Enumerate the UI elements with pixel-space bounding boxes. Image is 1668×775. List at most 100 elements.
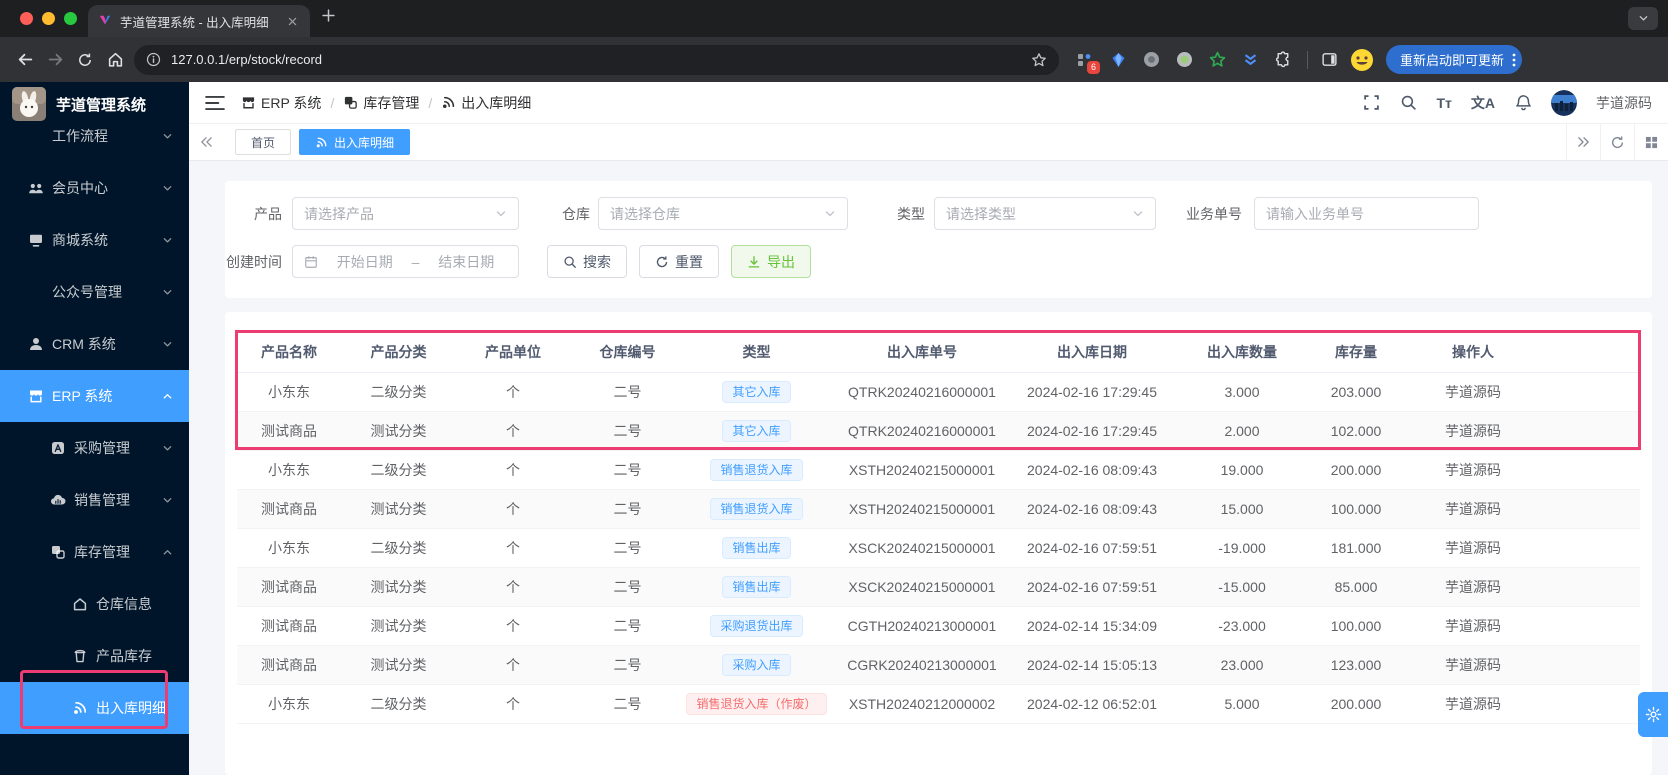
table-row: 测试商品 测试分类 个 二号 销售出库 XSCK20240215000001 2…	[237, 567, 1640, 607]
sidebar-item-member-center[interactable]: 会员中心	[0, 162, 189, 214]
cell-product: 测试商品	[237, 567, 341, 607]
sidebar-item-mall-system[interactable]: 商城系统	[0, 214, 189, 266]
forward-icon[interactable]	[40, 45, 70, 75]
chevron-down-icon	[162, 183, 173, 194]
window-zoom-button[interactable]	[64, 12, 77, 25]
cell-product: 小东东	[237, 528, 341, 568]
username[interactable]: 芋道源码	[1596, 93, 1652, 113]
browser-tab[interactable]: 芋道管理系统 - 出入库明细	[88, 5, 310, 37]
new-tab-button[interactable]	[322, 9, 335, 22]
search-icon	[563, 255, 577, 269]
search-button[interactable]: 搜索	[547, 245, 627, 278]
tab-close-icon[interactable]	[284, 13, 300, 29]
export-button[interactable]: 导出	[731, 245, 811, 278]
app-logo[interactable]: 芋道管理系统	[0, 82, 189, 126]
col-stock: 库存量	[1316, 332, 1396, 373]
fullscreen-icon[interactable]	[1362, 94, 1380, 112]
sidebar-item-crm-system[interactable]: CRM 系统	[0, 318, 189, 370]
type-select[interactable]: 请选择类型	[934, 197, 1156, 230]
breadcrumb-stock-record[interactable]: 出入库明细	[441, 93, 531, 113]
cell-order-no: XSTH20240215000001	[828, 489, 1016, 529]
extension-chevrons-icon[interactable]	[1240, 50, 1260, 70]
type-tag: 采购退货出库	[710, 614, 803, 637]
table-row: 测试商品 测试分类 个 二号 采购退货出库 CGTH20240213000001…	[237, 606, 1640, 646]
extension-tabs-icon[interactable]: 6	[1075, 50, 1100, 74]
relaunch-update-button[interactable]: 重新启动即可更新	[1386, 45, 1523, 74]
tabs-scroll-left-icon[interactable]	[189, 124, 223, 160]
back-icon[interactable]	[10, 45, 40, 75]
page-tab-stock-record[interactable]: 出入库明细	[299, 129, 411, 155]
type-tag: 其它入库	[722, 419, 791, 442]
bookmark-star-icon[interactable]	[1031, 52, 1047, 68]
chevron-down-icon	[162, 495, 173, 506]
date-range-picker[interactable]: 开始日期 – 结束日期	[292, 245, 519, 278]
signal-icon	[72, 700, 88, 716]
cell-order-no: XSTH20240215000001	[828, 450, 1016, 490]
sidebar-item-erp-system[interactable]: ERP 系统	[0, 370, 189, 422]
search-icon[interactable]	[1399, 94, 1417, 112]
tabs-scroll-right-icon[interactable]	[1566, 124, 1600, 160]
col-product-unit: 产品单位	[456, 332, 570, 373]
profile-avatar-icon[interactable]	[1350, 48, 1374, 72]
breadcrumb-erp[interactable]: ERP 系统	[241, 93, 321, 113]
member-center-icon	[28, 180, 44, 196]
cell-type: 销售出库	[685, 567, 828, 607]
address-bar[interactable]: 127.0.0.1/erp/stock/record	[134, 44, 1059, 75]
cell-category: 二级分类	[341, 372, 456, 412]
product-select[interactable]: 请选择产品	[292, 197, 519, 230]
window-minimize-button[interactable]	[42, 12, 55, 25]
font-size-icon[interactable]: Tт	[1436, 95, 1451, 111]
cell-stock: 85.000	[1316, 567, 1396, 607]
chevron-down-icon	[162, 131, 173, 142]
reset-button[interactable]: 重置	[639, 245, 719, 278]
cell-warehouse: 二号	[570, 684, 685, 724]
cell-unit: 个	[456, 606, 570, 646]
start-date-placeholder: 开始日期	[336, 253, 393, 270]
notification-bell-icon[interactable]	[1514, 94, 1532, 112]
cell-type: 其它入库	[685, 411, 828, 451]
table-panel: 产品名称 产品分类 产品单位 仓库编号 类型 出入库单号 出入库日期 出入库数量…	[225, 312, 1652, 775]
cell-product: 小东东	[237, 372, 341, 412]
sidebar-item-product-stock[interactable]: 产品库存	[0, 630, 189, 682]
breadcrumb-stock-mgmt[interactable]: 库存管理	[343, 93, 419, 113]
sidebar-item-official-account[interactable]: 公众号管理	[0, 266, 189, 318]
site-info-icon[interactable]	[146, 52, 161, 67]
collapse-menu-icon[interactable]	[205, 95, 225, 111]
home-icon[interactable]	[100, 45, 130, 75]
layout-grid-icon[interactable]	[1634, 124, 1668, 160]
cell-order-no: XSCK20240215000001	[828, 567, 1016, 607]
page-tab-home[interactable]: 首页	[235, 129, 292, 155]
type-tag: 销售退货入库	[710, 458, 803, 481]
warehouse-select[interactable]: 请选择仓库	[598, 197, 848, 230]
translate-icon[interactable]: 文A	[1471, 93, 1495, 113]
settings-drawer-button[interactable]	[1638, 692, 1668, 737]
tab-search-button[interactable]	[1628, 7, 1658, 30]
house-icon	[72, 596, 88, 612]
cell-type: 采购入库	[685, 645, 828, 685]
extensions-row: 6	[1075, 50, 1293, 74]
cell-stock: 181.000	[1316, 528, 1396, 568]
chevron-down-icon	[162, 443, 173, 454]
side-panel-icon[interactable]	[1314, 45, 1344, 75]
favicon	[99, 15, 111, 25]
extension-gray-circle-icon[interactable]	[1141, 50, 1161, 70]
refresh-page-icon[interactable]	[1600, 124, 1634, 160]
extension-star-icon[interactable]	[1207, 50, 1227, 70]
sidebar-item-sales-mgmt[interactable]: 销售管理	[0, 474, 189, 526]
window-close-button[interactable]	[20, 12, 33, 25]
app-header: ERP 系统 / 库存管理 / 出入库明细 Tт 文A 芋道源码	[189, 82, 1668, 124]
reload-icon[interactable]	[70, 45, 100, 75]
user-avatar[interactable]	[1551, 89, 1577, 116]
logo-avatar	[12, 87, 46, 121]
bizno-input[interactable]	[1254, 197, 1479, 230]
sidebar-item-stock-mgmt[interactable]: 库存管理	[0, 526, 189, 578]
sidebar-item-stock-record[interactable]: 出入库明细	[0, 682, 189, 734]
extensions-puzzle-icon[interactable]	[1273, 50, 1293, 70]
sidebar-item-warehouse-info[interactable]: 仓库信息	[0, 578, 189, 630]
col-filler	[1550, 332, 1640, 373]
browser-menu-icon[interactable]	[1512, 53, 1516, 67]
extension-green-circle-icon[interactable]	[1174, 50, 1194, 70]
extension-gem-icon[interactable]	[1108, 50, 1128, 70]
sidebar-item-purchase-mgmt[interactable]: 采购管理	[0, 422, 189, 474]
squares-icon	[50, 544, 66, 560]
